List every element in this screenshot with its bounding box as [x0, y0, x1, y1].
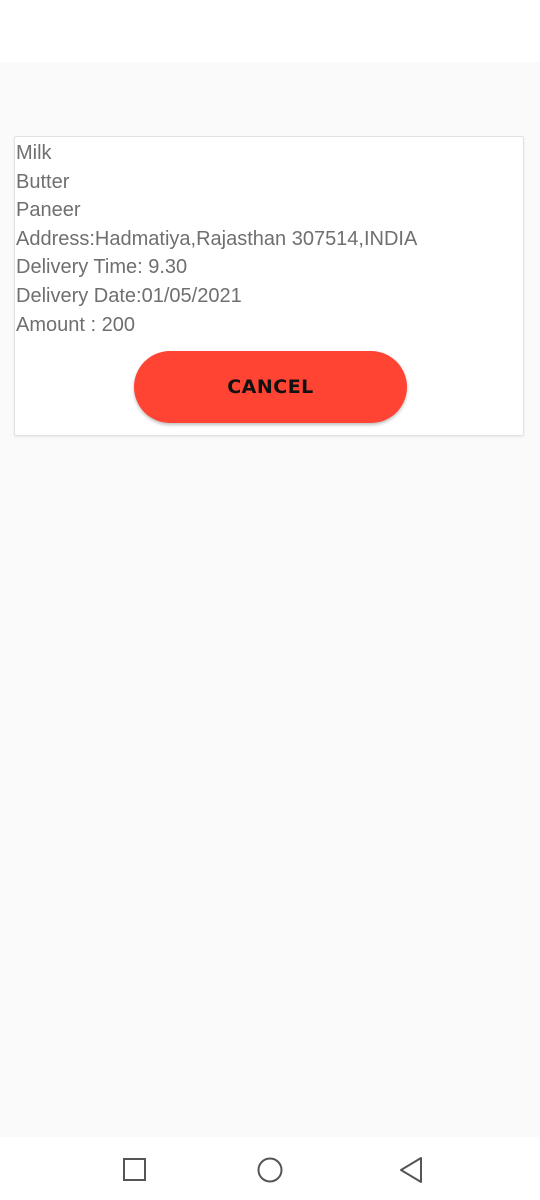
order-card: Milk Butter Paneer Address:Hadmatiya,Raj… — [14, 136, 524, 436]
triangle-back-icon — [400, 1157, 422, 1183]
status-bar — [0, 0, 540, 62]
cancel-button-label: CANCEL — [227, 376, 314, 398]
cancel-button[interactable]: CANCEL — [134, 351, 407, 423]
order-item: Milk — [16, 142, 52, 164]
order-item: Butter — [16, 170, 70, 193]
back-button[interactable] — [396, 1155, 426, 1185]
home-button[interactable] — [255, 1155, 285, 1185]
circle-home-icon — [257, 1157, 283, 1183]
order-details: Milk Butter Paneer Address:Hadmatiya,Raj… — [16, 139, 516, 339]
order-item: Paneer — [16, 199, 81, 222]
order-address: Address:Hadmatiya,Rajasthan 307514,INDIA — [16, 227, 418, 250]
square-recent-apps-icon — [123, 1158, 146, 1181]
delivery-date: Delivery Date:01/05/2021 — [16, 284, 242, 307]
navigation-bar — [0, 1137, 540, 1200]
recent-apps-button[interactable] — [120, 1155, 150, 1185]
main-content: Milk Butter Paneer Address:Hadmatiya,Raj… — [0, 62, 540, 1137]
order-amount: Amount : 200 — [16, 313, 135, 336]
delivery-time: Delivery Time: 9.30 — [16, 256, 188, 279]
